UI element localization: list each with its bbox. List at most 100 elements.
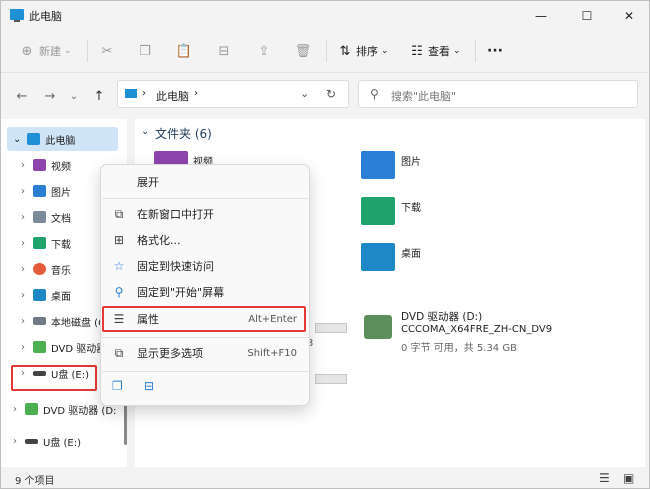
sidebar-item-label: 视频 bbox=[51, 161, 71, 173]
menu-divider bbox=[102, 198, 309, 199]
sidebar-item-label: 此电脑 bbox=[45, 135, 76, 147]
dvd-drive-icon bbox=[33, 341, 46, 353]
copy-button[interactable]: ❐ bbox=[137, 40, 153, 62]
menu-item-format[interactable]: ⊞ 格式化... bbox=[101, 227, 309, 253]
chevron-right-icon: › bbox=[21, 211, 25, 223]
delete-button[interactable]: 🗑 bbox=[294, 40, 312, 62]
picture-icon bbox=[33, 185, 46, 197]
sidebar-item-downloads[interactable]: › 下载 bbox=[21, 230, 71, 256]
toolbar-divider bbox=[475, 40, 476, 62]
search-box[interactable]: ⚲ 搜索"此电脑" bbox=[358, 80, 638, 108]
copy-icon[interactable]: ❐ bbox=[112, 379, 128, 395]
rename-button[interactable]: ⊟ bbox=[216, 40, 232, 62]
sidebar-item-local-disk-c[interactable]: › 本地磁盘 (C bbox=[21, 308, 105, 334]
item-count: 9 个项目 bbox=[15, 476, 55, 487]
drive-name[interactable]: DVD 驱动器 (D:) bbox=[401, 309, 482, 324]
folders-section-header[interactable]: 文件夹 (6) bbox=[155, 125, 212, 142]
sidebar-item-dvd-drive[interactable]: › DVD 驱动器 bbox=[21, 334, 106, 360]
pictures-folder-icon[interactable] bbox=[361, 151, 395, 179]
breadcrumb-this-pc[interactable]: 此电脑 bbox=[156, 88, 189, 104]
refresh-icon[interactable]: ↻ bbox=[326, 87, 336, 101]
this-pc-icon bbox=[10, 9, 24, 22]
menu-item-open-new-window[interactable]: ⧉ 在新窗口中打开 bbox=[101, 201, 309, 227]
folder-label-desktop[interactable]: 桌面 bbox=[401, 245, 421, 260]
context-menu: 展开 ⧉ 在新窗口中打开 ⊞ 格式化... ☆ 固定到快速访问 ⚲ 固定到"开始… bbox=[100, 164, 310, 406]
sidebar-item-label: U盘 (E:) bbox=[43, 437, 81, 449]
desktop-icon bbox=[33, 289, 46, 301]
recent-chevron-icon[interactable]: ⌄ bbox=[65, 87, 83, 105]
clipboard-icon: 📋 bbox=[175, 43, 193, 59]
details-view-icon[interactable]: ☰ bbox=[599, 471, 610, 485]
address-bar[interactable]: › 此电脑 › ⌄ ↻ bbox=[117, 80, 349, 108]
drive-volume-label: CCCOMA_X64FRE_ZH-CN_DV9 bbox=[401, 324, 553, 335]
chevron-down-icon: ⌄ bbox=[64, 46, 72, 56]
folder-label-pictures[interactable]: 图片 bbox=[401, 153, 421, 168]
menu-item-pin-start[interactable]: ⚲ 固定到"开始"屏幕 bbox=[101, 279, 309, 305]
window-title: 此电脑 bbox=[29, 10, 62, 23]
chevron-right-icon: › bbox=[21, 341, 25, 353]
sidebar-item-this-pc[interactable]: ⌄ 此电脑 bbox=[13, 126, 75, 152]
dvd-drive-icon bbox=[25, 403, 38, 415]
minimize-button[interactable]: — bbox=[519, 1, 563, 30]
forward-arrow-icon[interactable]: → bbox=[41, 87, 59, 105]
tiles-view-icon[interactable]: ▣ bbox=[623, 471, 634, 485]
paste-button[interactable]: 📋 bbox=[176, 40, 192, 62]
menu-item-pin-quick-access[interactable]: ☆ 固定到快速访问 bbox=[101, 253, 309, 279]
menu-item-show-more-options[interactable]: ⧉ 显示更多选项 Shift+F10 bbox=[101, 340, 309, 366]
new-button[interactable]: ⊕ 新建 ⌄ bbox=[19, 40, 72, 62]
address-row: ← → ⌄ ↑ › 此电脑 › ⌄ ↻ ⚲ 搜索"此电脑" bbox=[1, 73, 649, 119]
menu-item-label: 固定到"开始"屏幕 bbox=[137, 286, 225, 299]
menu-item-expand[interactable]: 展开 bbox=[101, 169, 309, 195]
menu-divider bbox=[102, 371, 309, 372]
chevron-right-icon: › bbox=[21, 159, 25, 171]
download-icon bbox=[33, 237, 46, 249]
address-history-chevron-icon[interactable]: ⌄ bbox=[300, 87, 309, 100]
more-options-button[interactable]: ··· bbox=[487, 40, 503, 62]
close-button[interactable]: ✕ bbox=[607, 1, 649, 30]
sidebar-item-videos[interactable]: › 视频 bbox=[21, 152, 71, 178]
maximize-button[interactable]: ☐ bbox=[565, 1, 609, 30]
chevron-down-icon: ⌄ bbox=[453, 46, 461, 56]
drive-usage-bar bbox=[315, 374, 347, 384]
sidebar-item-label: DVD 驱动器 bbox=[51, 343, 107, 355]
status-bar: 9 个项目 ☰ ▣ bbox=[1, 467, 649, 488]
copy-icon: ❐ bbox=[139, 43, 151, 59]
sidebar-item-desktop[interactable]: › 桌面 bbox=[21, 282, 71, 308]
chevron-down-icon: ⌄ bbox=[381, 46, 389, 56]
chevron-down-icon[interactable]: ⌄ bbox=[141, 126, 149, 137]
menu-item-label: 展开 bbox=[137, 176, 159, 189]
sidebar-item-label: 桌面 bbox=[51, 291, 71, 303]
trash-icon: 🗑 bbox=[294, 43, 312, 59]
sidebar-item-label: 图片 bbox=[51, 187, 71, 199]
rename-icon: ⊟ bbox=[218, 43, 230, 59]
sidebar-item-pictures[interactable]: › 图片 bbox=[21, 178, 71, 204]
this-pc-icon bbox=[125, 89, 137, 98]
title-bar: 此电脑 — ☐ ✕ bbox=[1, 1, 649, 30]
file-explorer-window: 此电脑 — ☐ ✕ ⊕ 新建 ⌄ ✂ ❐ 📋 ⊟ ⇪ 🗑 ⇅ 排序 ⌄ ☷ 查看… bbox=[0, 0, 650, 489]
sidebar-item-music[interactable]: › 音乐 bbox=[21, 256, 71, 282]
menu-item-label: 固定到快速访问 bbox=[137, 260, 214, 273]
chevron-right-icon: › bbox=[21, 237, 25, 249]
sidebar-item-label: 下载 bbox=[51, 239, 71, 251]
rename-icon[interactable]: ⊟ bbox=[144, 379, 160, 395]
share-button[interactable]: ⇪ bbox=[256, 40, 272, 62]
sort-icon: ⇅ bbox=[339, 43, 351, 59]
dvd-drive-icon[interactable] bbox=[364, 315, 392, 339]
sort-button[interactable]: ⇅ 排序 ⌄ bbox=[337, 40, 389, 62]
breadcrumb-chevron-icon[interactable]: › bbox=[194, 88, 198, 99]
music-icon bbox=[33, 263, 46, 275]
back-arrow-icon[interactable]: ← bbox=[13, 87, 31, 105]
menu-item-label: 显示更多选项 bbox=[137, 347, 203, 360]
menu-item-label: 格式化... bbox=[137, 234, 181, 247]
usb-drive-icon bbox=[25, 438, 38, 444]
sidebar-item-documents[interactable]: › 文档 bbox=[21, 204, 71, 230]
up-arrow-icon[interactable]: ↑ bbox=[90, 87, 108, 105]
folder-label-downloads[interactable]: 下载 bbox=[401, 199, 421, 214]
breadcrumb-chevron-icon: › bbox=[142, 88, 146, 99]
view-button[interactable]: ☷ 查看 ⌄ bbox=[409, 40, 461, 62]
downloads-folder-icon[interactable] bbox=[361, 197, 395, 225]
desktop-folder-icon[interactable] bbox=[361, 243, 395, 271]
new-label: 新建 bbox=[39, 45, 61, 58]
cut-button[interactable]: ✂ bbox=[99, 40, 115, 62]
sidebar-item-usb-drive-e-root[interactable]: › U盘 (E:) bbox=[13, 428, 81, 454]
